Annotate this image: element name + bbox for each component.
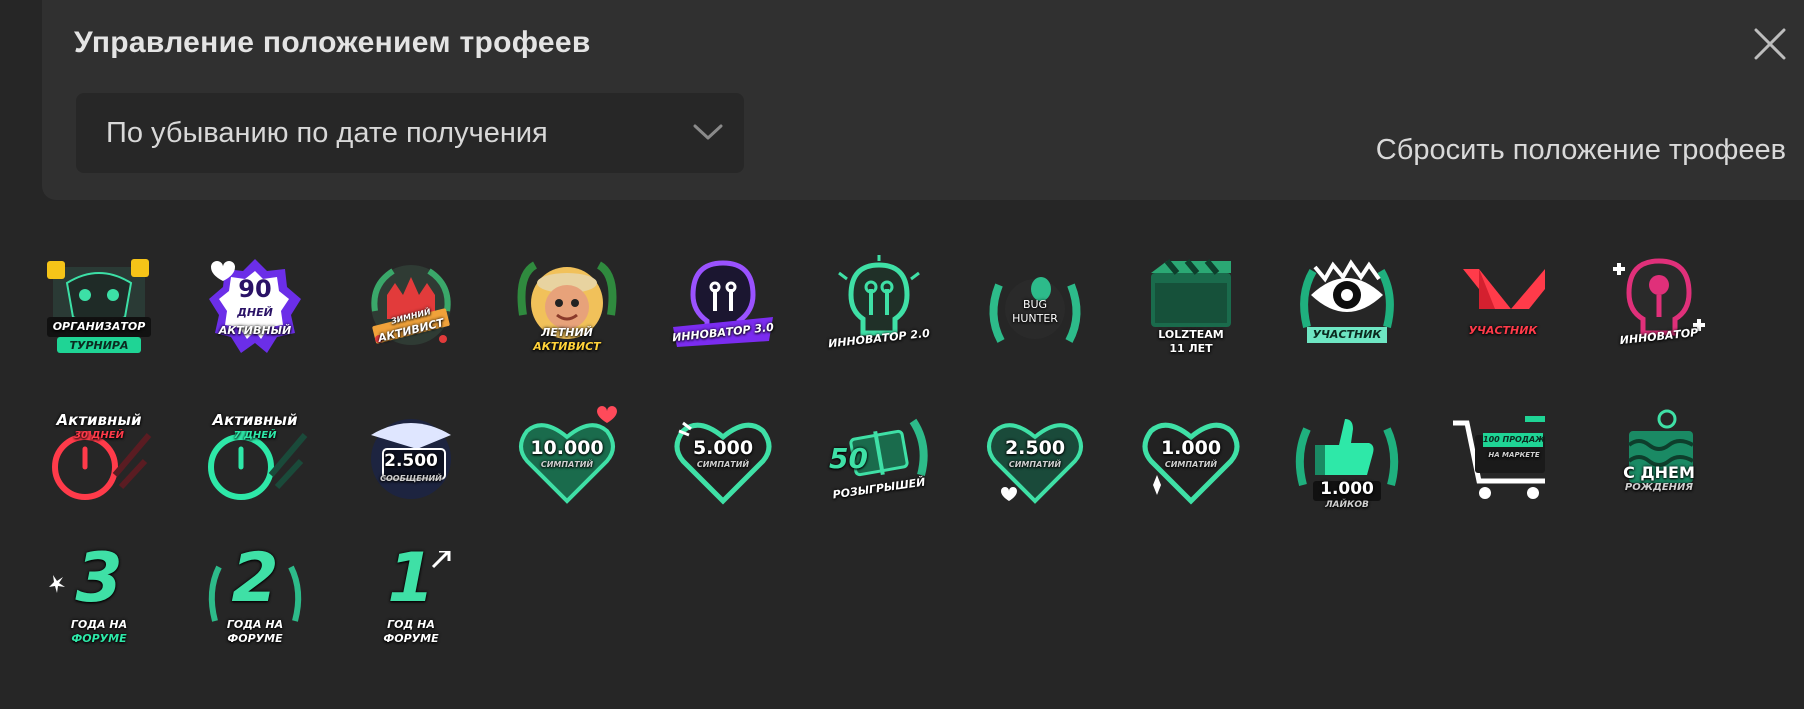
- trophy-summer-line1: ЛЕТНИЙ: [541, 326, 593, 339]
- trophy-birthday-line1: С ДНЕМ: [1623, 463, 1695, 482]
- trophy-active-7[interactable]: Активный 7 ДНЕЙ: [201, 405, 309, 513]
- trophy-sales-line2: НА МАРКЕТЕ: [1488, 451, 1540, 459]
- trophy-birthday[interactable]: С ДНЕМ РОЖДЕНИЯ: [1605, 405, 1713, 513]
- trophy-summer-line2: АКТИВИСТ: [533, 340, 601, 353]
- trophy-active7-line1: Активный: [212, 411, 298, 429]
- trophy-years3-number: 3: [75, 539, 123, 618]
- trophy-likes1000-label: СИМПАТИЙ: [1164, 460, 1218, 469]
- trophy-years1-number: 1: [387, 539, 435, 618]
- trophy-organizer[interactable]: ОРГАНИЗАТОР ТУРНИРА: [45, 255, 153, 363]
- sort-panel: Управление положением трофеев По убывани…: [42, 0, 1804, 200]
- trophy-thumbs-label: ЛАЙКОВ: [1325, 500, 1369, 510]
- trophy-likes2500-label: СИМПАТИЙ: [1008, 460, 1062, 469]
- trophy-sales-100[interactable]: 100 ПРОДАЖ НА МАРКЕТЕ: [1449, 405, 1557, 513]
- trophy-sales-line1: 100 ПРОДАЖ: [1483, 435, 1545, 444]
- trophy-lolz-line2: 11 ЛЕТ: [1169, 342, 1213, 355]
- trophy-birthday-line2: РОЖДЕНИЯ: [1624, 482, 1694, 493]
- trophy-likes10k-label: СИМПАТИЙ: [540, 460, 594, 469]
- trophy-90-active: АКТИВНЫЙ: [218, 324, 292, 337]
- trophy-giveaways-50[interactable]: 50 РОЗЫГРЫШЕЙ: [825, 405, 933, 513]
- trophy-years1-line1: ГОД НА: [387, 618, 435, 631]
- sort-order-value: По убыванию по дате получения: [106, 117, 548, 149]
- trophy-winter[interactable]: ЗИМНИЙ АКТИВИСТ: [357, 255, 465, 363]
- trophy-years2-number: 2: [231, 539, 279, 618]
- trophy-bug-line1: BUG: [1022, 298, 1048, 311]
- trophy-90-number: 90: [238, 275, 272, 303]
- trophy-bug-hunter[interactable]: BUG HUNTER: [981, 255, 1089, 363]
- trophy-participant-green[interactable]: УЧАСТНИК: [1293, 255, 1401, 363]
- trophy-likes5k-number: 5.000: [692, 437, 754, 459]
- trophy-years-3[interactable]: 3 ГОДА НА ФОРУМЕ: [45, 545, 153, 659]
- trophy-years2-line1: ГОДА НА: [226, 618, 284, 631]
- trophy-innovator-3[interactable]: ИННОВАТОР 3.0: [669, 255, 777, 363]
- trophy-years-2[interactable]: 2 ГОДА НА ФОРУМЕ: [201, 545, 309, 659]
- trophy-90-days-label: ДНЕЙ: [237, 306, 273, 319]
- trophy-msgs-number: 2.500: [384, 451, 438, 471]
- trophy-lolz-line1: LOLZTEAM: [1158, 328, 1224, 341]
- trophy-bug-line2: HUNTER: [1012, 312, 1058, 325]
- trophy-organizer-line2: ТУРНИРА: [69, 339, 129, 352]
- trophy-active-30[interactable]: Активный 30 ДНЕЙ: [45, 405, 153, 513]
- dialog-title: Управление положением трофеев: [74, 26, 591, 59]
- trophy-likes10k-number: 10.000: [530, 437, 604, 459]
- trophy-years2-line2: ФОРУМЕ: [227, 632, 283, 645]
- trophy-years3-line1: ГОДА НА: [70, 618, 128, 631]
- close-icon[interactable]: [1748, 22, 1792, 66]
- trophy-organizer-line1: ОРГАНИЗАТОР: [52, 320, 146, 333]
- trophy-likes1000-number: 1.000: [1160, 437, 1222, 459]
- trophy-thumbs-number: 1.000: [1320, 479, 1374, 499]
- trophy-giveaways-number: 50: [829, 442, 868, 475]
- trophy-likes5k-label: СИМПАТИЙ: [696, 460, 750, 469]
- trophy-participant-green-label: УЧАСТНИК: [1312, 328, 1382, 341]
- trophy-innovator-2[interactable]: ИННОВАТОР 2.0: [825, 255, 933, 363]
- trophy-likes2500-number: 2.500: [1004, 437, 1066, 459]
- trophy-likes-10000[interactable]: 10.000 СИМПАТИЙ: [513, 405, 621, 513]
- trophy-lolzteam-11[interactable]: LOLZTEAM 11 ЛЕТ: [1137, 255, 1245, 363]
- trophy-active7-line2: 7 ДНЕЙ: [233, 430, 277, 441]
- trophy-active30-line2: 30 ДНЕЙ: [74, 430, 124, 441]
- trophy-summer[interactable]: ЛЕТНИЙ АКТИВИСТ: [513, 255, 621, 363]
- trophy-innovator-pink[interactable]: ИННОВАТОР: [1605, 255, 1713, 363]
- trophy-participant-red-label: УЧАСТНИК: [1468, 324, 1538, 337]
- trophy-likes-2500[interactable]: 2.500 СИМПАТИЙ: [981, 405, 1089, 513]
- trophy-years1-line2: ФОРУМЕ: [383, 632, 439, 645]
- trophy-msgs-label: СООБЩЕНИЙ: [380, 474, 442, 483]
- trophy-thumbs-1000[interactable]: 1.000 ЛАЙКОВ: [1293, 405, 1401, 513]
- reset-trophies-button[interactable]: Сбросить положение трофеев: [1376, 134, 1786, 167]
- trophy-likes-5000[interactable]: 5.000 СИМПАТИЙ: [669, 405, 777, 513]
- trophy-years-1[interactable]: 1 ГОД НА ФОРУМЕ: [357, 545, 465, 659]
- trophy-active30-line1: Активный: [56, 411, 142, 429]
- trophy-likes-1000[interactable]: 1.000 СИМПАТИЙ: [1137, 405, 1245, 513]
- trophy-participant-red[interactable]: УЧАСТНИК: [1449, 255, 1557, 363]
- sort-order-select[interactable]: По убыванию по дате получения: [76, 93, 744, 173]
- chevron-down-icon: [692, 119, 724, 145]
- trophy-years3-line2: ФОРУМЕ: [71, 632, 127, 645]
- trophy-messages-2500[interactable]: 2.500 СООБЩЕНИЙ: [357, 405, 465, 513]
- trophy-90-days[interactable]: 90 ДНЕЙ АКТИВНЫЙ: [201, 255, 309, 363]
